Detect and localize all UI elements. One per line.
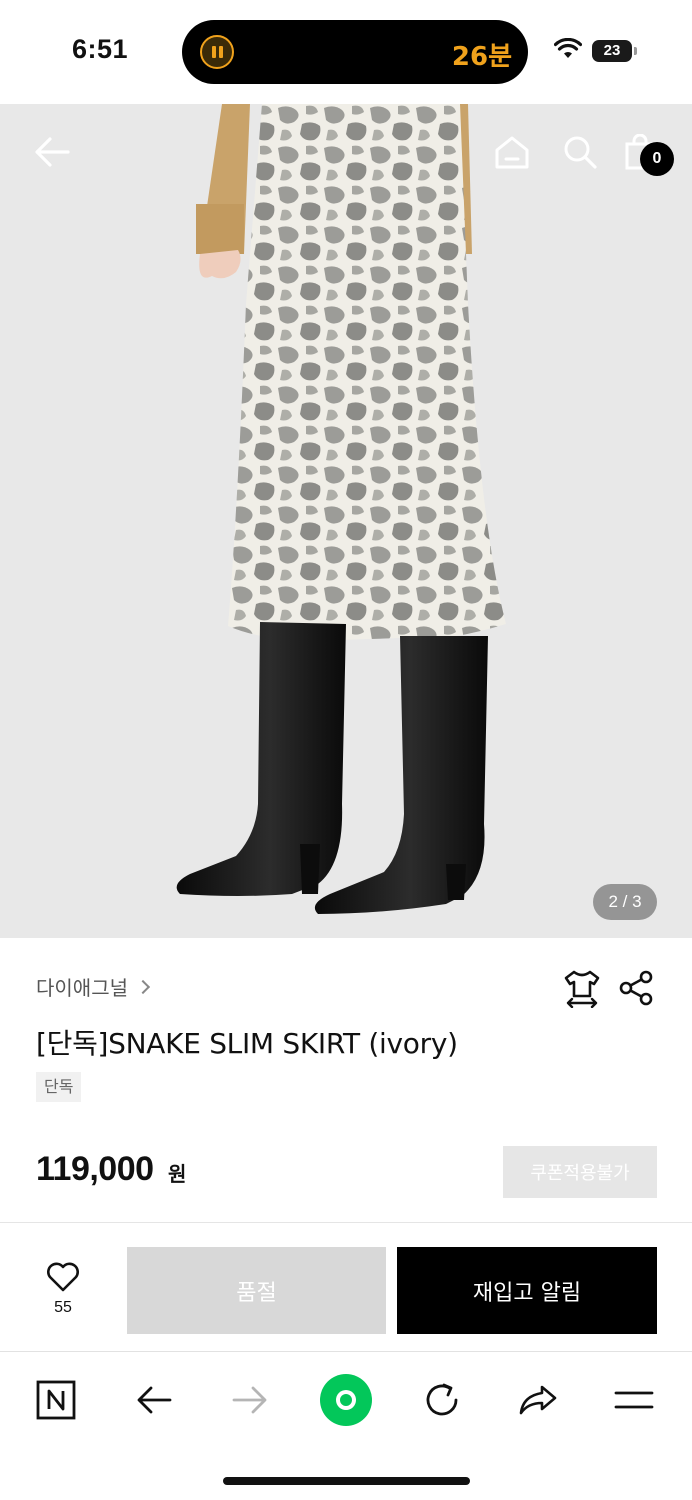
naver-home-button[interactable] [28,1372,84,1428]
battery-icon: 23 [592,40,632,62]
arrow-left-icon [35,137,70,167]
refresh-icon [426,1383,458,1416]
like-button[interactable]: 55 [36,1262,90,1317]
exclusive-tag: 단독 [36,1072,82,1102]
search-button[interactable] [556,128,604,176]
heart-icon [47,1262,79,1292]
arrow-right-icon [232,1386,267,1414]
restock-alert-button[interactable]: 재입고 알림 [397,1247,657,1334]
brand-link[interactable]: 다이애그널 [36,972,151,1001]
share-page-button[interactable] [510,1372,566,1428]
home-indicator [223,1477,470,1485]
pause-icon [200,35,234,69]
home-button[interactable] [488,128,536,176]
dynamic-island[interactable]: 26분 [182,20,528,84]
wifi-icon [554,38,582,58]
browser-toolbar [0,1351,692,1500]
island-timer: 26분 [451,42,512,72]
search-icon [564,136,597,169]
product-title: [단독]SNAKE SLIM SKIRT (ivory) [36,1027,458,1060]
home-icon [495,136,529,169]
product-photo [0,104,692,938]
cart-count-badge: 0 [640,142,674,176]
chevron-right-icon [135,979,151,994]
coupon-unavailable-button[interactable]: 쿠폰적용불가 [503,1146,657,1198]
like-count: 55 [54,1299,72,1316]
product-price: 119,000 [36,1150,154,1188]
brand-name: 다이애그널 [36,976,128,1000]
browser-back-button[interactable] [126,1372,182,1428]
naver-n-icon [36,1380,76,1420]
product-image-carousel[interactable]: 0 2 / 3 [0,104,692,938]
divider [0,1222,692,1223]
share-icon[interactable] [616,968,656,1008]
green-dot-icon [320,1374,372,1426]
arrow-left-icon [137,1386,172,1414]
menu-button[interactable] [606,1372,662,1428]
price-unit: 원 [168,1162,187,1186]
battery-cap [634,47,637,55]
back-button[interactable] [28,128,76,176]
status-time: 6:51 [72,34,129,64]
soldout-button[interactable]: 품절 [127,1247,386,1334]
hamburger-menu-icon [614,1391,654,1409]
reload-button[interactable] [414,1372,470,1428]
image-counter: 2 / 3 [593,884,657,920]
status-bar: 6:51 26분 23 [0,0,692,104]
share-arrow-icon [519,1385,557,1415]
size-guide-icon[interactable] [562,968,602,1008]
browser-forward-button[interactable] [222,1372,278,1428]
green-dot-button[interactable] [318,1372,374,1428]
